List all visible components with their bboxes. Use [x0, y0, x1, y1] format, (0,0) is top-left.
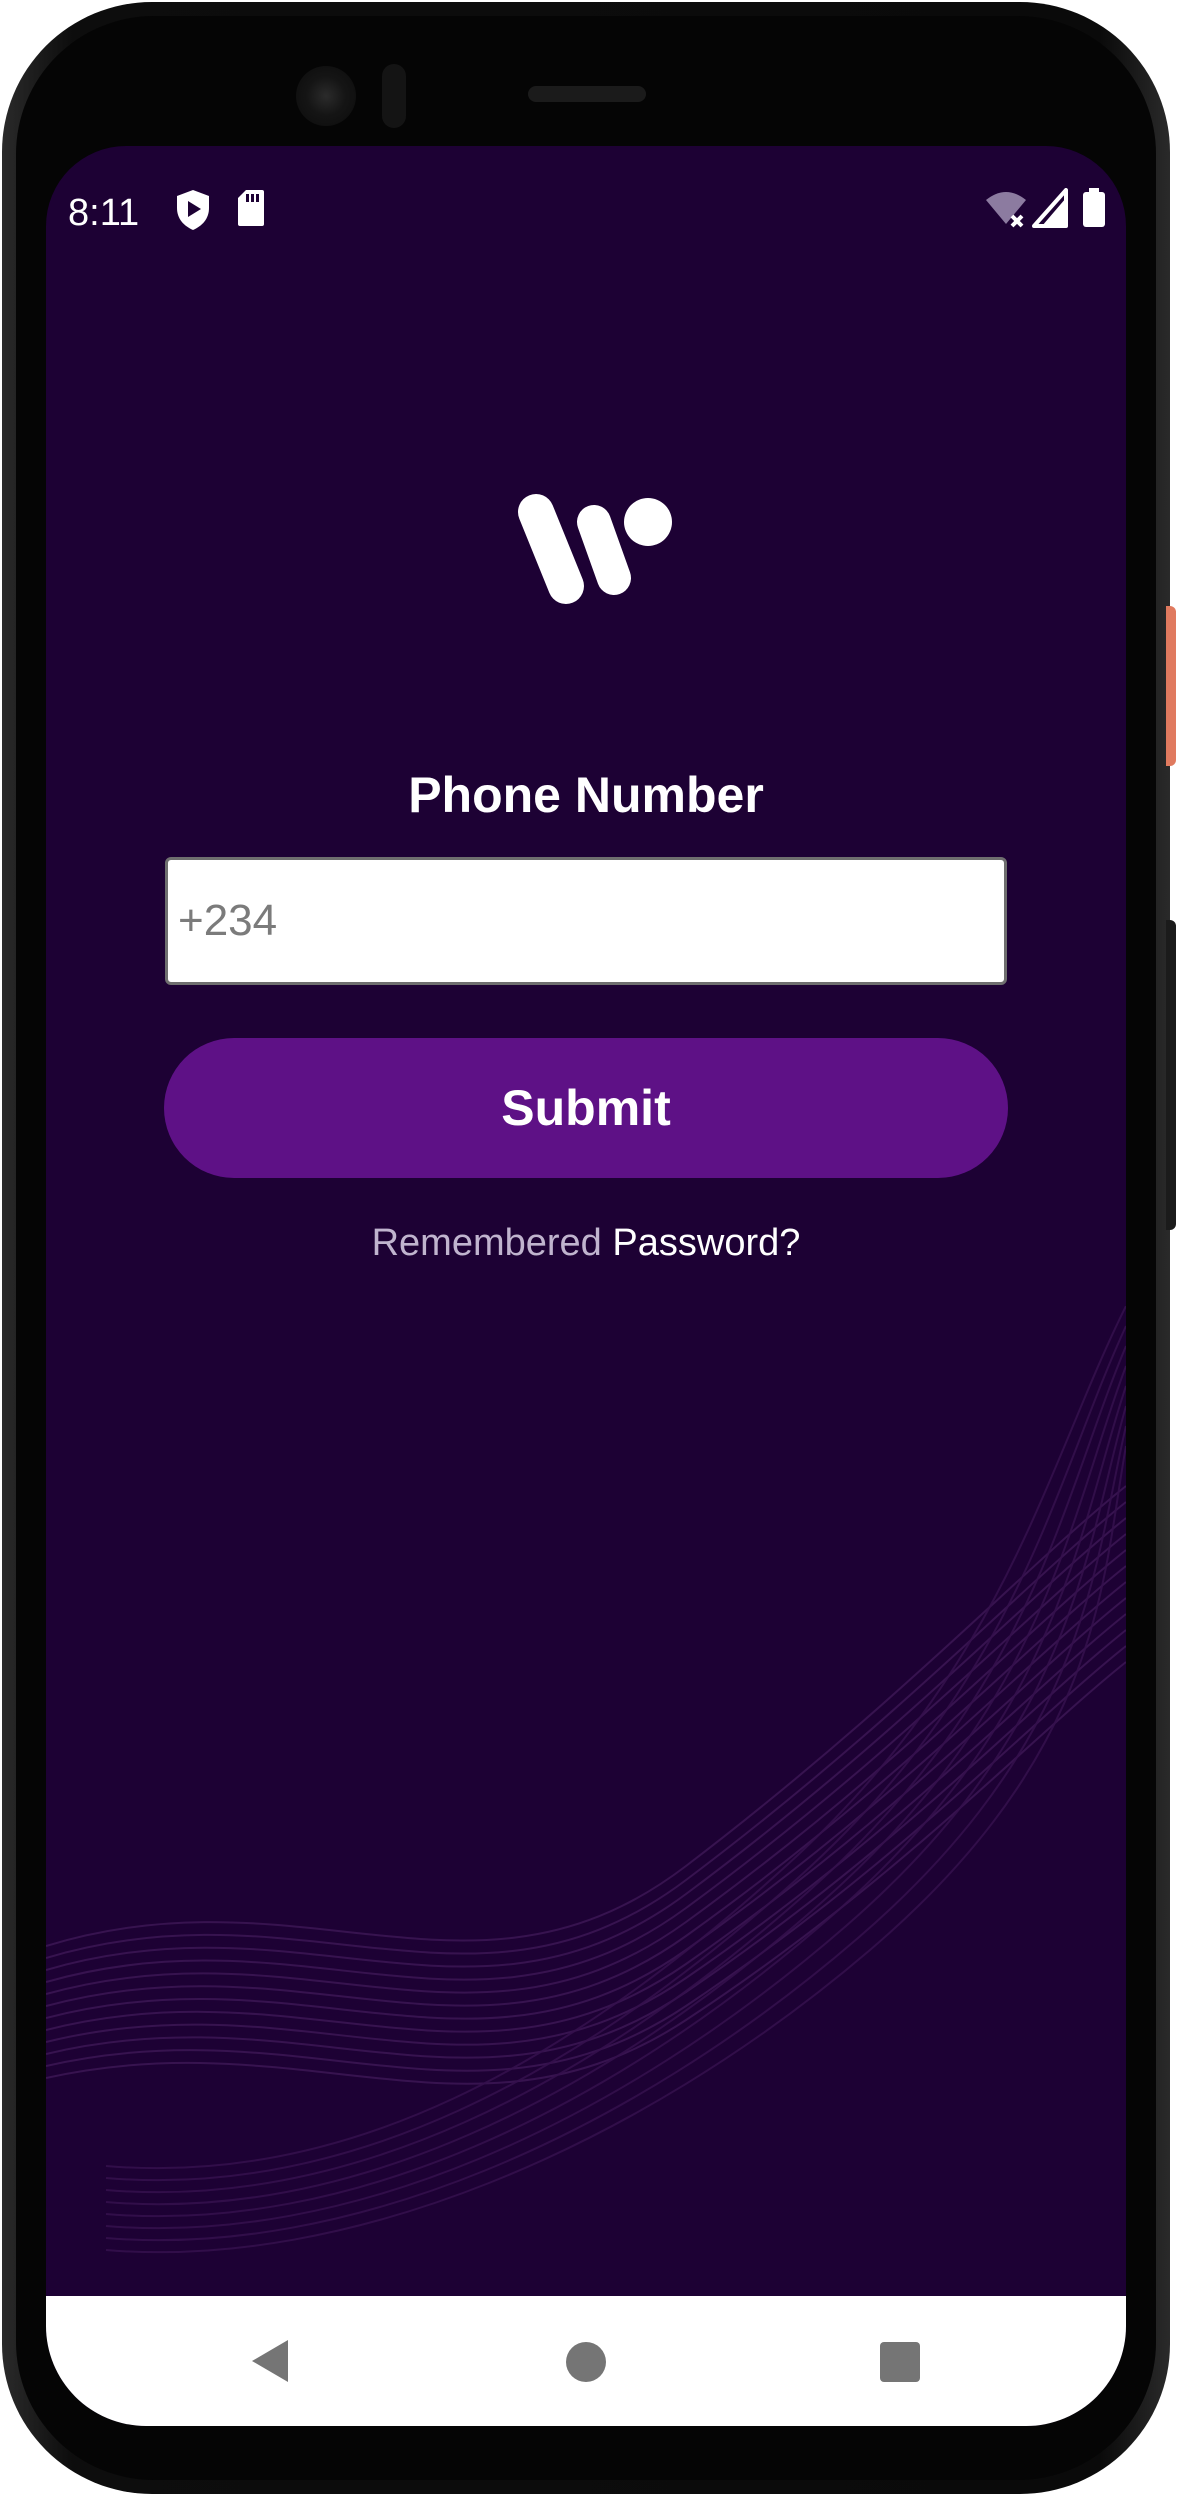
phone-number-label: Phone Number — [408, 767, 764, 823]
proximity-sensor — [382, 64, 406, 128]
power-button — [1166, 606, 1176, 766]
submit-button[interactable]: Submit — [164, 1038, 1008, 1178]
home-icon[interactable] — [564, 2340, 608, 2384]
remembered-text: Remembered — [371, 1222, 602, 1264]
shield-play-icon — [177, 190, 209, 230]
remembered-password-link[interactable]: Remembered Password? — [46, 1222, 1126, 1265]
sd-card-icon — [238, 190, 264, 226]
wifi-off-icon — [986, 192, 1026, 228]
password-link[interactable]: Password? — [612, 1222, 800, 1264]
status-time: 8:11 — [68, 192, 140, 234]
back-icon[interactable] — [250, 2338, 290, 2384]
cell-signal-icon — [1032, 188, 1068, 228]
app-screen: 8:11 Phone Number Submit — [46, 146, 1126, 2426]
status-bar: 8:11 — [46, 184, 1126, 244]
battery-icon — [1083, 188, 1105, 227]
front-camera — [296, 66, 356, 126]
volume-button — [1166, 920, 1176, 1230]
earpiece-speaker — [528, 86, 646, 102]
recents-icon[interactable] — [879, 2341, 921, 2383]
navigation-bar — [46, 2296, 1126, 2426]
background-waves — [46, 1306, 1126, 2254]
brand-logo — [518, 494, 672, 604]
phone-number-input[interactable] — [165, 857, 1007, 985]
